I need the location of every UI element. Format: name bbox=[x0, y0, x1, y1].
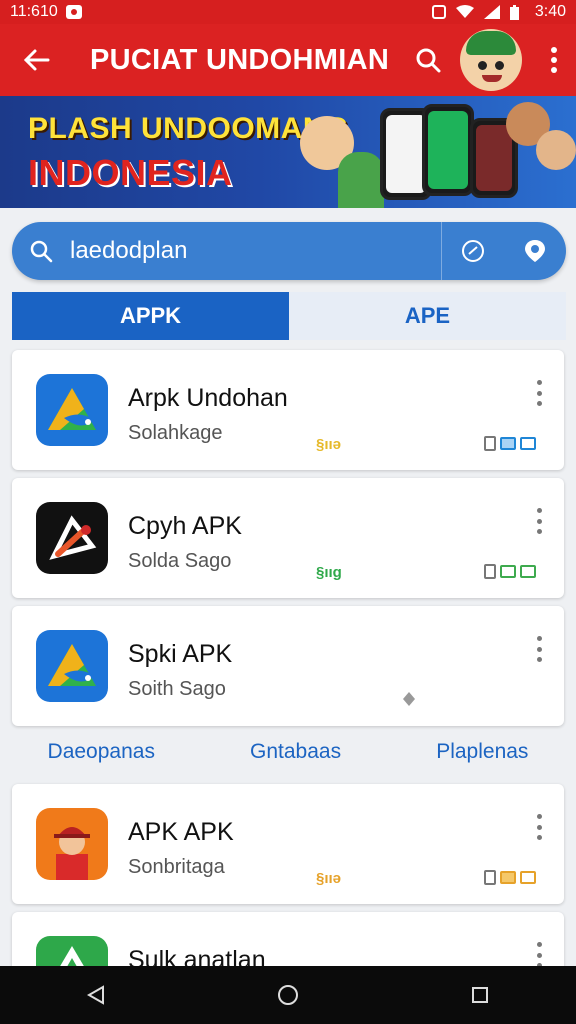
item-more-button[interactable] bbox=[532, 508, 546, 534]
app-name: APK APK bbox=[128, 818, 234, 846]
triangle-logo-icon bbox=[48, 388, 96, 430]
banner-phone-icon bbox=[422, 104, 474, 196]
diamond-icon bbox=[403, 692, 415, 706]
app-name: Spki APK bbox=[128, 640, 233, 668]
wifi-icon bbox=[455, 5, 474, 18]
search-icon bbox=[416, 48, 441, 73]
app-flags bbox=[484, 564, 536, 579]
banner-character-icon bbox=[338, 152, 384, 208]
device-icon bbox=[500, 437, 516, 450]
mic-icon bbox=[525, 240, 545, 262]
app-flags bbox=[484, 436, 536, 451]
app-meta: §ııg bbox=[316, 564, 342, 581]
status-bar: 11:610 3:40 bbox=[0, 0, 576, 24]
nav-recents-icon bbox=[472, 987, 488, 1003]
app-flags bbox=[484, 870, 536, 885]
app-icon bbox=[36, 630, 108, 702]
item-more-button[interactable] bbox=[532, 942, 546, 968]
category-link[interactable]: Plaplenas bbox=[436, 740, 528, 764]
app-subtitle: Solahkage bbox=[128, 422, 223, 444]
app-meta: §ııə bbox=[316, 870, 342, 887]
device-icon bbox=[500, 871, 516, 884]
avatar-eye bbox=[478, 61, 487, 70]
tab-bar: APPK APE bbox=[12, 292, 566, 340]
search-icon bbox=[30, 240, 53, 263]
device-icon bbox=[500, 565, 516, 578]
triangle-logo-icon bbox=[48, 644, 96, 686]
app-list-item[interactable]: Spki APK Soith Sago bbox=[12, 606, 564, 726]
device-icon bbox=[520, 871, 536, 884]
device-icon bbox=[520, 565, 536, 578]
app-list-item[interactable]: Sulk anatlan bbox=[12, 912, 564, 972]
nav-home-icon bbox=[278, 985, 298, 1005]
app-meta: §ııə bbox=[316, 436, 342, 453]
lock-icon bbox=[484, 436, 496, 451]
tab-appk[interactable]: APPK bbox=[12, 292, 289, 340]
brush-logo-icon bbox=[49, 515, 97, 560]
app-list-item[interactable]: Cpyh APK Solda Sago §ııg bbox=[12, 478, 564, 598]
character-logo-icon bbox=[54, 827, 90, 880]
search-bar[interactable]: laedodplan bbox=[12, 222, 566, 280]
notification-icon bbox=[65, 5, 82, 19]
app-name: Arpk Undohan bbox=[128, 384, 288, 412]
nav-back-icon bbox=[86, 985, 104, 1005]
search-icon-wrap bbox=[12, 222, 70, 280]
alarm-icon bbox=[431, 5, 446, 19]
app-icon bbox=[36, 502, 108, 574]
app-icon bbox=[36, 808, 108, 880]
app-subtitle: Solda Sago bbox=[128, 550, 232, 572]
app-bar: PUCIAT UNDOHMIAN bbox=[0, 24, 576, 96]
app-list-item[interactable]: APK APK Sonbritaga §ııə bbox=[12, 784, 564, 904]
app-subtitle: Sonbritaga bbox=[128, 856, 225, 878]
category-links: Daeopanas Gntabaas Plaplenas bbox=[0, 736, 576, 768]
signal-icon bbox=[483, 5, 500, 19]
nav-recents-button[interactable] bbox=[450, 966, 510, 1024]
lock-icon bbox=[484, 564, 496, 579]
page-title: PUCIAT UNDOHMIAN bbox=[90, 43, 390, 76]
lock-icon bbox=[484, 870, 496, 885]
category-link[interactable]: Daeopanas bbox=[48, 740, 155, 764]
app-icon bbox=[36, 374, 108, 446]
banner-character-icon bbox=[536, 130, 576, 170]
item-more-button[interactable] bbox=[532, 636, 546, 662]
app-subtitle: Soith Sago bbox=[128, 678, 226, 700]
search-input[interactable]: laedodplan bbox=[70, 237, 441, 265]
nav-home-button[interactable] bbox=[258, 966, 318, 1024]
search-button[interactable] bbox=[406, 24, 450, 96]
more-vert-icon bbox=[551, 47, 557, 73]
banner-subheadline: INDONESIA bbox=[28, 152, 233, 193]
avatar-mouth bbox=[482, 75, 502, 82]
chat-icon bbox=[462, 240, 484, 262]
nav-back-button[interactable] bbox=[66, 966, 126, 1024]
status-right-time: 3:40 bbox=[534, 3, 566, 20]
app-list-item[interactable]: Arpk Undohan Solahkage §ııə bbox=[12, 350, 564, 470]
chat-button[interactable] bbox=[442, 222, 504, 280]
system-nav-bar bbox=[0, 966, 576, 1024]
back-button[interactable] bbox=[0, 24, 72, 96]
battery-icon bbox=[509, 4, 519, 20]
overflow-menu-button[interactable] bbox=[532, 24, 576, 96]
item-more-button[interactable] bbox=[532, 380, 546, 406]
promo-banner[interactable]: PLASH UNDOOMANG INDONESIA bbox=[0, 96, 576, 208]
app-name: Cpyh APK bbox=[128, 512, 242, 540]
avatar[interactable] bbox=[460, 29, 522, 91]
tab-ape[interactable]: APE bbox=[289, 292, 566, 340]
device-icon bbox=[520, 437, 536, 450]
voice-search-button[interactable] bbox=[504, 222, 566, 280]
avatar-hat bbox=[466, 31, 516, 55]
item-more-button[interactable] bbox=[532, 814, 546, 840]
avatar-eye bbox=[495, 61, 504, 70]
category-link[interactable]: Gntabaas bbox=[250, 740, 341, 764]
status-time: 11:610 bbox=[10, 3, 58, 20]
arrow-left-icon bbox=[23, 49, 50, 71]
